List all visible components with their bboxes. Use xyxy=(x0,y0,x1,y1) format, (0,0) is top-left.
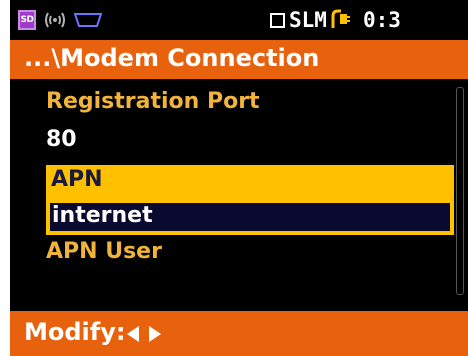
sd-card-icon: SD xyxy=(18,10,36,30)
status-info-right: SLM 0:3 xyxy=(270,6,401,34)
modify-hint: Modify: xyxy=(24,318,126,346)
serial-port-icon xyxy=(74,13,102,27)
screen-title: ...\Modem Connection xyxy=(24,44,320,72)
bottom-bar: Modify: xyxy=(10,311,468,356)
apn-label: APN xyxy=(51,167,103,192)
title-bar: ...\Modem Connection xyxy=(10,40,468,79)
wireless-signal-icon xyxy=(45,12,65,28)
clock-time: 0:3 xyxy=(362,8,401,32)
mode-indicator-box xyxy=(270,12,285,28)
apn-value-field[interactable]: internet xyxy=(46,199,454,235)
status-icons-left: SD xyxy=(18,8,102,32)
arrow-left-icon xyxy=(127,326,139,342)
apn-label-row[interactable]: APN xyxy=(46,165,454,199)
registration-port-value[interactable]: 80 xyxy=(46,127,77,152)
scrollbar[interactable] xyxy=(456,87,464,295)
settings-list: Registration Port 80 APN internet APN Us… xyxy=(10,79,468,311)
mode-label: SLM xyxy=(289,8,327,32)
arrow-right-icon xyxy=(149,326,161,342)
apn-user-label[interactable]: APN User xyxy=(46,239,162,264)
power-plug-icon xyxy=(331,9,350,28)
apn-value: internet xyxy=(52,203,153,228)
registration-port-label: Registration Port xyxy=(46,89,260,114)
device-screen: SD SLM 0:3 ...\Modem Connection Registra… xyxy=(10,0,468,356)
status-bar: SD SLM 0:3 xyxy=(10,0,468,40)
